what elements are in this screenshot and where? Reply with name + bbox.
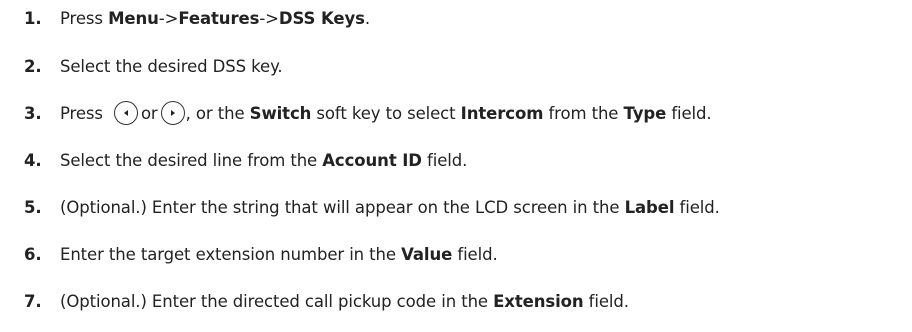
switch-keyword: Switch xyxy=(249,103,312,123)
step-text-segment: field. xyxy=(674,197,720,217)
step-text: (Optional.) Enter the string that will a… xyxy=(60,198,720,217)
step-number: 6. xyxy=(24,244,42,264)
step-text: Press Menu -> Features -> DSS Keys . xyxy=(60,9,370,28)
features-keyword: Features xyxy=(178,8,260,28)
step-text: Press or , or the Switch soft key to sel… xyxy=(60,101,712,125)
procedure-steps: 1. Press Menu -> Features -> DSS Keys . … xyxy=(0,0,912,332)
left-navigation-key-icon xyxy=(113,101,138,125)
step-text-segment: (Optional.) Enter the string that will a… xyxy=(60,197,625,217)
extension-keyword: Extension xyxy=(493,291,584,311)
step-text: (Optional.) Enter the directed call pick… xyxy=(60,292,629,311)
arrow-separator: -> xyxy=(158,8,179,28)
step-text-segment: (Optional.) Enter the directed call pick… xyxy=(60,291,494,311)
step-number: 4. xyxy=(24,150,42,170)
step-number: 2. xyxy=(24,56,42,76)
step-text-segment: Press xyxy=(60,103,103,123)
label-keyword: Label xyxy=(624,197,675,217)
step-text: Select the desired DSS key. xyxy=(60,56,283,76)
right-navigation-key-icon xyxy=(160,101,185,125)
step-number: 5. xyxy=(24,197,42,217)
step-text-segment: Enter the target extension number in the xyxy=(60,244,402,264)
step-number: 3. xyxy=(24,103,42,123)
type-keyword: Type xyxy=(623,103,667,123)
step-text: Select the desired line from the Account… xyxy=(60,151,467,170)
step-number: 1. xyxy=(24,8,42,28)
step-text-segment: , or the xyxy=(185,103,250,123)
value-keyword: Value xyxy=(401,244,453,264)
account-id-keyword: Account ID xyxy=(322,150,422,170)
step-text-segment: or xyxy=(140,103,158,123)
step-text-segment: soft key to select xyxy=(311,103,461,123)
step-text-segment: field. xyxy=(452,244,498,264)
step-text-segment: from the xyxy=(543,103,624,123)
dss-keys-keyword: DSS Keys xyxy=(278,8,365,28)
step-text-segment: field. xyxy=(583,291,629,311)
step-text-segment: field. xyxy=(666,103,712,123)
menu-keyword: Menu xyxy=(108,8,159,28)
step-text-segment: field. xyxy=(421,150,468,170)
intercom-keyword: Intercom xyxy=(460,103,544,123)
step-number: 7. xyxy=(24,291,42,311)
arrow-separator: -> xyxy=(259,8,279,28)
step-text-segment: Press xyxy=(60,8,109,28)
step-text-segment: . xyxy=(364,8,370,28)
step-text: Enter the target extension number in the… xyxy=(60,245,498,264)
step-text-segment: Select the desired line from the xyxy=(60,150,323,170)
